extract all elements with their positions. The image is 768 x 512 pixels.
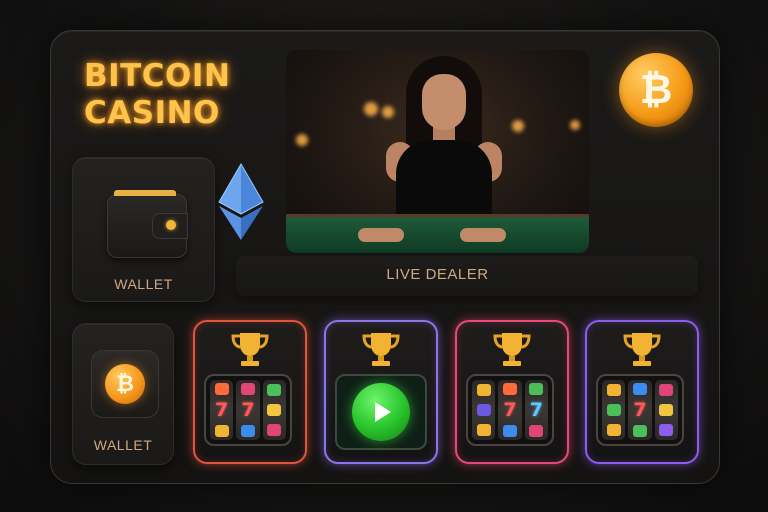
play-icon [375, 402, 391, 422]
reel: 7 [498, 380, 522, 440]
reel [654, 380, 678, 440]
play-button[interactable] [352, 383, 410, 441]
bitcoin-tile: ₿ [91, 350, 159, 418]
reel: 7 [210, 380, 234, 440]
bitcoin-icon[interactable]: ₿ [619, 53, 693, 127]
trophy-icon [623, 333, 661, 366]
slot-game-card-2[interactable] [324, 320, 438, 464]
ethereum-icon[interactable] [216, 162, 266, 242]
play-screen [335, 374, 427, 450]
slot-reels: 7 7 [466, 374, 554, 446]
wallet-label: WALLET [93, 437, 153, 453]
reel: 7 [628, 380, 652, 440]
live-dealer-video[interactable] [286, 50, 589, 253]
bitcoin-wallet-button[interactable]: ₿ WALLET [72, 323, 174, 465]
bitcoin-icon: ₿ [105, 364, 145, 404]
dealer-face [422, 74, 466, 130]
brand-title: BITCOIN CASINO [84, 58, 264, 132]
trophy-icon [231, 333, 269, 366]
slot-game-card-1[interactable]: 7 7 [193, 320, 307, 464]
slot-reels: 7 7 [204, 374, 292, 446]
slot-game-card-3[interactable]: 7 7 [455, 320, 569, 464]
live-dealer-label[interactable]: LIVE DEALER [286, 266, 589, 283]
wallet-label: WALLET [114, 276, 173, 292]
reel: 7 [524, 380, 548, 440]
brand-title-line1: BITCOIN [84, 58, 231, 94]
reel: 7 [236, 380, 260, 440]
wallet-icon [107, 190, 188, 258]
reel [602, 380, 626, 440]
slot-game-card-4[interactable]: 7 [585, 320, 699, 464]
dealer-arm [358, 228, 404, 242]
slot-reels: 7 [596, 374, 684, 446]
dealer-arm [460, 228, 506, 242]
brand-title-line2: CASINO [84, 95, 220, 131]
trophy-icon [493, 333, 531, 366]
casino-table [286, 214, 589, 253]
reel [262, 380, 286, 440]
trophy-icon [362, 333, 400, 366]
reel [472, 380, 496, 440]
wallet-button[interactable]: WALLET [72, 157, 215, 302]
